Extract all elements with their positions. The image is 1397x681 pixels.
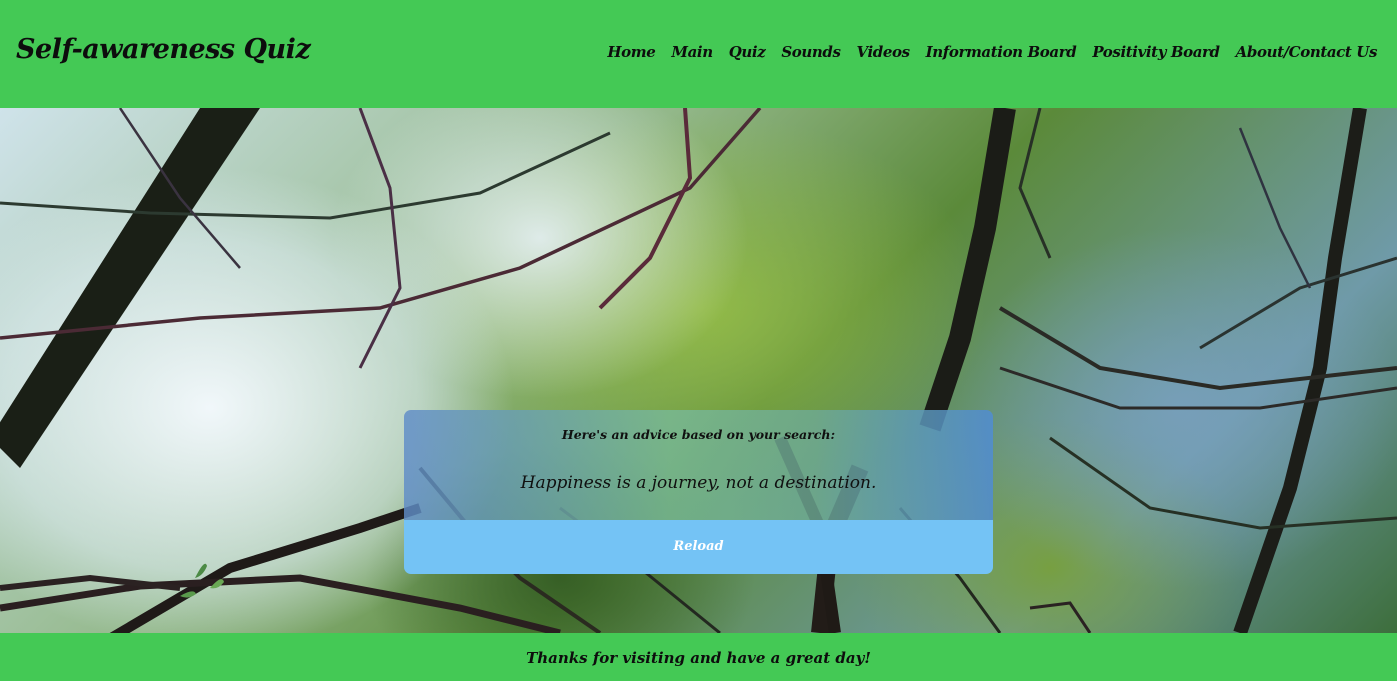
advice-text: Happiness is a journey, not a destinatio…: [520, 473, 877, 493]
main-nav: Home Main Quiz Sounds Videos Information…: [607, 43, 1377, 61]
nav-positivity-board[interactable]: Positivity Board: [1092, 43, 1220, 61]
nav-main[interactable]: Main: [671, 43, 713, 61]
nav-videos[interactable]: Videos: [857, 43, 911, 61]
site-footer: Thanks for visiting and have a great day…: [0, 633, 1397, 681]
advice-card: Here's an advice based on your search: H…: [404, 410, 993, 574]
site-header: Self-awareness Quiz Home Main Quiz Sound…: [0, 0, 1397, 108]
site-title[interactable]: Self-awareness Quiz: [16, 34, 311, 65]
nav-information-board[interactable]: Information Board: [926, 43, 1077, 61]
advice-body: Here's an advice based on your search: H…: [404, 410, 993, 520]
nav-sounds[interactable]: Sounds: [781, 43, 841, 61]
nav-about-contact[interactable]: About/Contact Us: [1236, 43, 1378, 61]
footer-text: Thanks for visiting and have a great day…: [526, 649, 871, 667]
nav-home[interactable]: Home: [607, 43, 655, 61]
nav-quiz[interactable]: Quiz: [729, 43, 766, 61]
advice-heading: Here's an advice based on your search:: [561, 427, 836, 442]
hero-background-image: Here's an advice based on your search: H…: [0, 108, 1397, 633]
reload-button[interactable]: Reload: [404, 520, 993, 574]
